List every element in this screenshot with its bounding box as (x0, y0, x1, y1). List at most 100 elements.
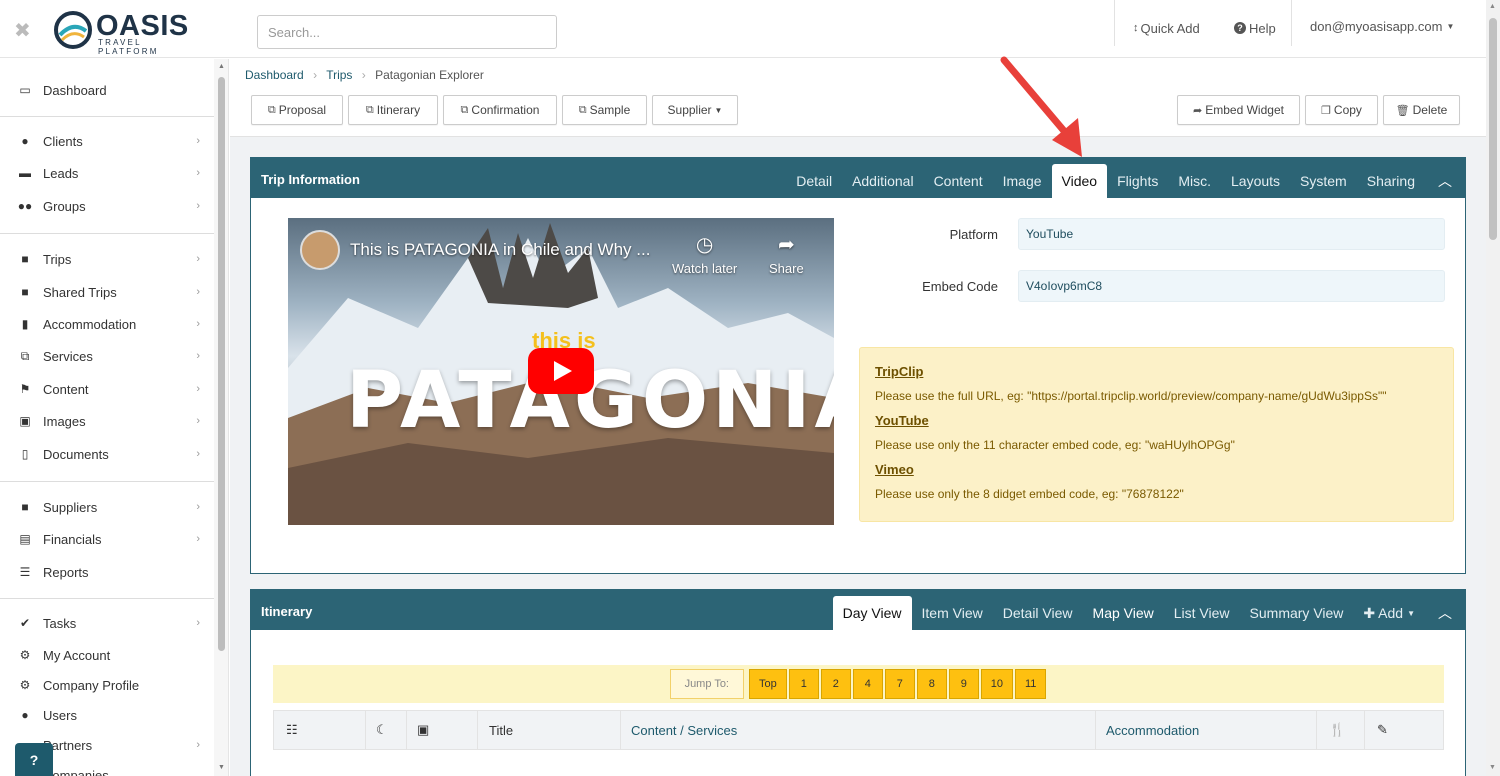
sidebar-item-content[interactable]: ⚑ Content › (0, 374, 214, 404)
pencil-icon[interactable]: ✎ (1365, 710, 1443, 750)
sidebar-item-documents[interactable]: ▯ Documents › (0, 439, 214, 469)
plus-icon: ✚ (1363, 604, 1376, 621)
sidebar-item-leads[interactable]: ▬ Leads › (0, 158, 214, 188)
sidebar-item-company-profile[interactable]: ⚙ Company Profile (0, 670, 214, 700)
tab-system[interactable]: System (1290, 164, 1357, 198)
tab-layouts[interactable]: Layouts (1221, 164, 1290, 198)
chevron-right-icon: › (196, 200, 200, 212)
panel-header: Itinerary Day View Item View Detail View… (251, 590, 1465, 630)
pdf-icon: ▯ (21, 447, 29, 461)
scroll-thumb[interactable] (1489, 18, 1497, 240)
sidebar-item-images[interactable]: ▣ Images › (0, 406, 214, 436)
sidebar-scrollbar[interactable]: ▲ ▼ (214, 59, 228, 776)
logo[interactable]: OASIS TRAVEL PLATFORM (54, 10, 194, 56)
copy-button[interactable]: ❐ Copy (1305, 95, 1378, 125)
image-icon[interactable]: ▣ (407, 710, 478, 750)
title-column-header[interactable]: Title (478, 710, 621, 750)
tab-list-view[interactable]: List View (1164, 596, 1240, 630)
sidebar-item-dashboard[interactable]: ▭ Dashboard (0, 75, 214, 105)
tab-content[interactable]: Content (924, 164, 993, 198)
moon-icon[interactable]: ☾ (366, 710, 407, 750)
tab-flights[interactable]: Flights (1107, 164, 1168, 198)
help-link[interactable]: ? Help (1234, 5, 1276, 51)
cutlery-icon[interactable]: 🍴 (1317, 710, 1365, 750)
share-button[interactable]: ➦ Share (769, 232, 804, 276)
delete-button[interactable]: 🗑 Delete (1383, 95, 1460, 125)
video-title[interactable]: This is PATAGONIA in Chile and Why ... (350, 240, 650, 260)
jump-day-button[interactable]: 11 (1015, 669, 1047, 699)
jump-day-button[interactable]: 10 (980, 669, 1013, 699)
breadcrumb-dashboard[interactable]: Dashboard (245, 68, 304, 82)
tab-summary-view[interactable]: Summary View (1240, 596, 1354, 630)
confirmation-button[interactable]: ⧉ Confirmation (443, 95, 557, 125)
sidebar-item-financials[interactable]: ▤ Financials › (0, 524, 214, 554)
tab-video[interactable]: Video (1051, 164, 1108, 198)
page-scrollbar[interactable]: ▲ ▼ (1486, 0, 1500, 776)
tab-sharing[interactable]: Sharing (1357, 164, 1425, 198)
supplier-dropdown[interactable]: Supplier ▼ (652, 95, 738, 125)
scroll-down-icon[interactable]: ▼ (218, 764, 225, 771)
jump-day-button[interactable]: 2 (820, 669, 851, 699)
jump-day-button[interactable]: 4 (852, 669, 883, 699)
tab-detail[interactable]: Detail (786, 164, 842, 198)
proposal-button[interactable]: ⧉ Proposal (251, 95, 343, 125)
sidebar-item-my-account[interactable]: ⚙ My Account (0, 640, 214, 670)
video-player[interactable]: This is PATAGONIA in Chile and Why ... ◷… (288, 218, 834, 525)
sample-label: Sample (589, 103, 631, 117)
sample-button[interactable]: ⧉ Sample (562, 95, 647, 125)
tab-day-view[interactable]: Day View (832, 596, 912, 630)
jump-day-button[interactable]: 7 (884, 669, 915, 699)
quick-add-button[interactable]: ↕ Quick Add (1133, 5, 1200, 51)
scroll-down-icon[interactable]: ▼ (1489, 764, 1496, 771)
breadcrumb-trips[interactable]: Trips (326, 68, 352, 82)
sidebar-item-label: Clients (43, 133, 83, 149)
jump-top-button[interactable]: Top (749, 669, 787, 699)
sidebar-item-trips[interactable]: ■ Trips › (0, 244, 214, 274)
sidebar-item-users[interactable]: ● Users (0, 700, 214, 730)
scroll-up-icon[interactable]: ▲ (1489, 3, 1496, 10)
scroll-thumb[interactable] (218, 77, 225, 651)
collapse-icon[interactable]: ︿ (1425, 596, 1465, 630)
play-button-icon[interactable] (528, 348, 594, 394)
sidebar-item-services[interactable]: ⧉ Services › (0, 341, 214, 371)
sidebar-divider (0, 481, 214, 482)
sidebar-item-tasks[interactable]: ✔ Tasks › (0, 608, 214, 638)
tab-item-view[interactable]: Item View (912, 596, 993, 630)
help-button[interactable]: ? (15, 743, 53, 776)
sidebar-item-clients[interactable]: ● Clients › (0, 126, 214, 156)
sidebar-item-shared-trips[interactable]: ■ Shared Trips › (0, 277, 214, 307)
sidebar-item-label: Trips (43, 251, 72, 267)
tab-detail-view[interactable]: Detail View (993, 596, 1083, 630)
sidebar-item-accommodation[interactable]: ▮ Accommodation › (0, 309, 214, 339)
itinerary-panel: Itinerary Day View Item View Detail View… (250, 589, 1466, 776)
close-icon[interactable]: ✖ (14, 18, 31, 43)
user-menu[interactable]: don@myoasisapp.com ▼ (1310, 3, 1454, 49)
external-link-icon: ⧉ (460, 103, 469, 116)
list-ordered-icon[interactable]: ☷ (274, 710, 366, 750)
jump-day-button[interactable]: 9 (948, 669, 979, 699)
collapse-icon[interactable]: ︿ (1425, 164, 1465, 198)
tab-image[interactable]: Image (993, 164, 1052, 198)
search-input[interactable] (257, 15, 557, 49)
embed-code-field[interactable]: V4oIovp6mC8 (1018, 270, 1445, 302)
tab-map-view[interactable]: Map View (1083, 596, 1164, 630)
add-dropdown[interactable]: ✚ Add ▼ (1353, 596, 1425, 630)
sidebar-item-suppliers[interactable]: ■ Suppliers › (0, 492, 214, 522)
caret-down-icon: ▼ (714, 105, 723, 115)
scroll-up-icon[interactable]: ▲ (218, 63, 225, 70)
platform-field[interactable]: YouTube (1018, 218, 1445, 250)
sidebar-item-reports[interactable]: ☰ Reports (0, 557, 214, 587)
jump-day-button[interactable]: 1 (788, 669, 819, 699)
tab-additional[interactable]: Additional (842, 164, 924, 198)
sidebar-item-groups[interactable]: ●● Groups › (0, 191, 214, 221)
content-services-column-header[interactable]: Content / Services (621, 710, 1096, 750)
trip-information-panel: Trip Information Detail Additional Conte… (250, 157, 1466, 574)
tab-misc[interactable]: Misc. (1168, 164, 1221, 198)
chevron-right-icon: › (196, 501, 200, 513)
embed-widget-button[interactable]: ➦ Embed Widget (1177, 95, 1300, 125)
channel-avatar[interactable] (300, 230, 340, 270)
jump-day-button[interactable]: 8 (916, 669, 947, 699)
itinerary-button[interactable]: ⧉ Itinerary (348, 95, 438, 125)
watch-later-button[interactable]: ◷ Watch later (672, 232, 737, 276)
accommodation-column-header[interactable]: Accommodation (1096, 710, 1317, 750)
